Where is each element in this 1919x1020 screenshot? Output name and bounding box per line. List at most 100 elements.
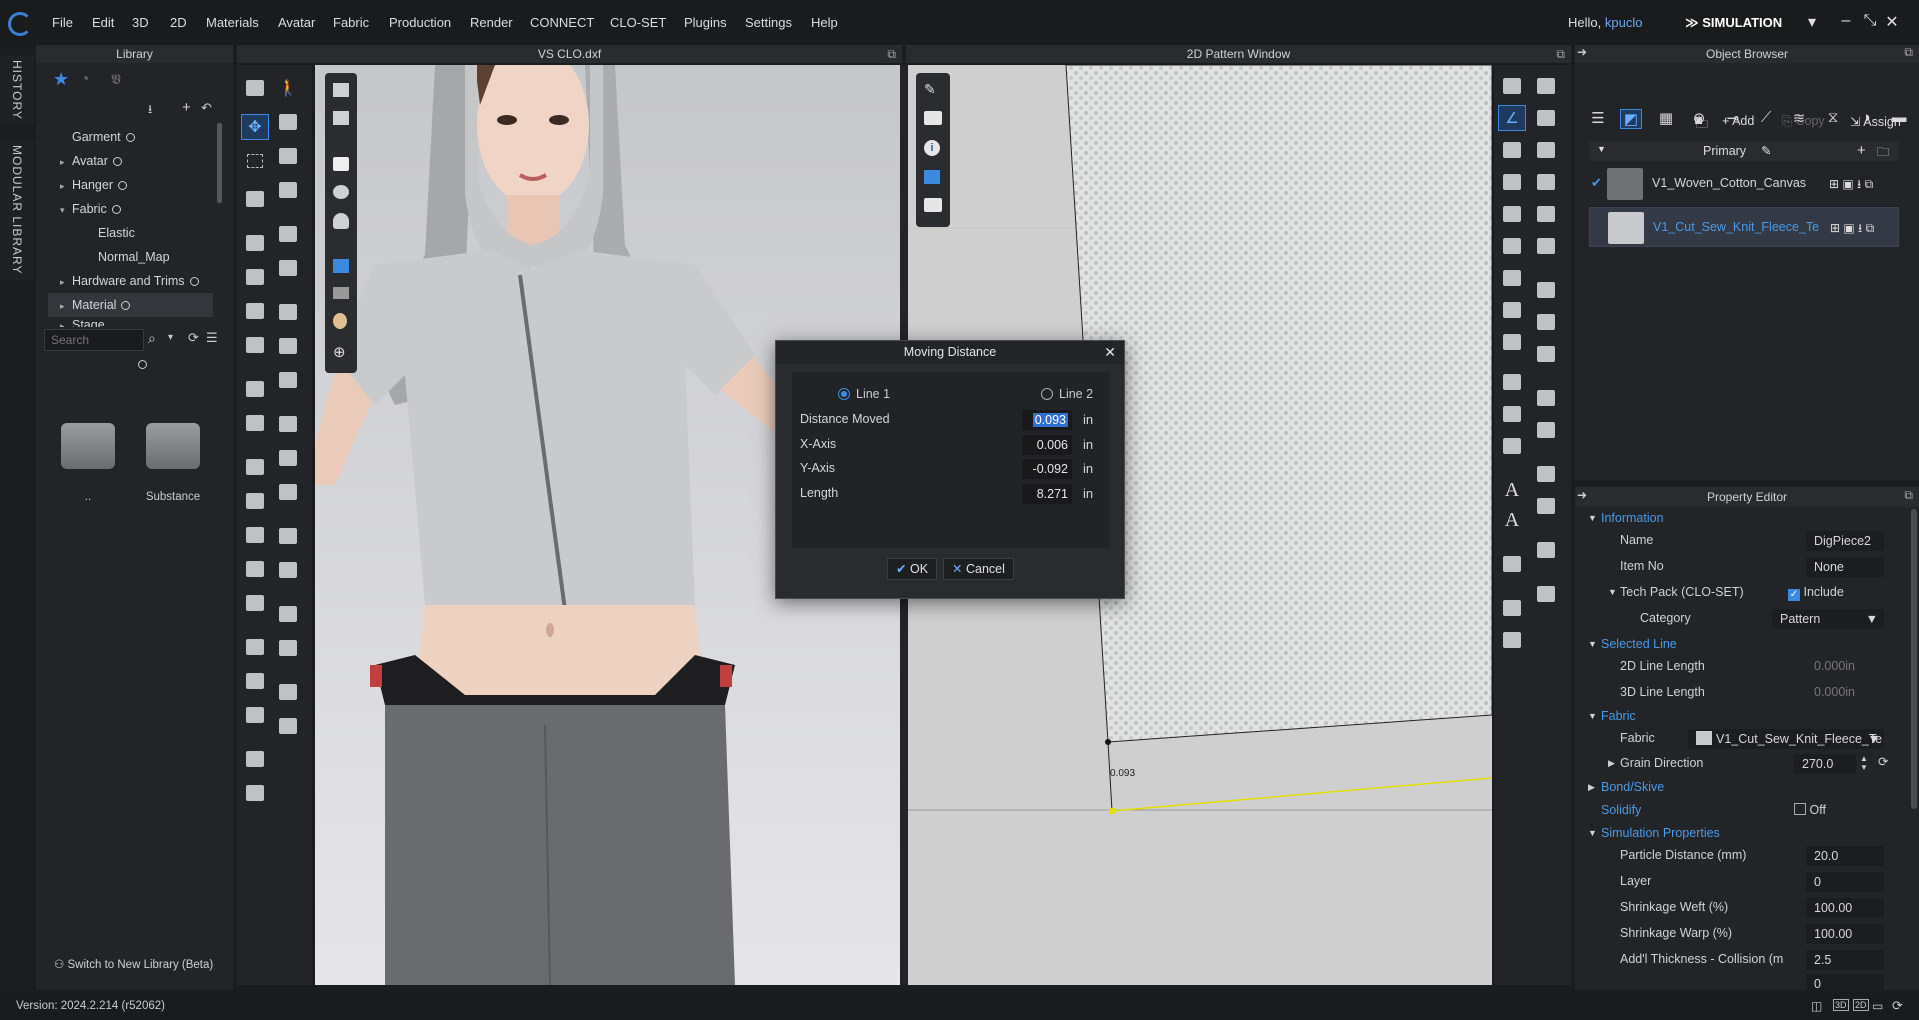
x-axis-field[interactable]: 0.006 bbox=[1022, 435, 1072, 455]
prop-field[interactable]: 2.5 bbox=[1806, 950, 1884, 970]
texture-icon[interactable] bbox=[333, 259, 349, 273]
hanger-tool[interactable] bbox=[241, 746, 269, 772]
layout-icon[interactable]: ◫ bbox=[1811, 999, 1822, 1013]
prop-field[interactable]: 100.00 bbox=[1806, 898, 1884, 918]
tree-expand-icon[interactable]: ▸ bbox=[60, 270, 72, 294]
tree-item-normal-map[interactable]: Normal_Map bbox=[48, 245, 213, 269]
menu-connect[interactable]: CONNECT bbox=[530, 15, 594, 30]
prop-field[interactable]: 20.0 bbox=[1806, 846, 1884, 866]
rectangle-tool[interactable] bbox=[1498, 201, 1526, 227]
cut-tool[interactable] bbox=[274, 255, 302, 281]
menu-materials[interactable]: Materials bbox=[206, 15, 259, 30]
points-icon[interactable] bbox=[333, 185, 349, 199]
menu-plugins[interactable]: Plugins bbox=[684, 15, 727, 30]
dialog-close-icon[interactable]: ✕ bbox=[1104, 341, 1116, 364]
menu-production[interactable]: Production bbox=[389, 15, 451, 30]
fabric-icon[interactable] bbox=[924, 170, 940, 184]
list-view-icon[interactable]: ☰ bbox=[206, 330, 218, 346]
annotation-tool[interactable] bbox=[1498, 595, 1526, 621]
graphic-tool[interactable] bbox=[274, 635, 302, 661]
maximize-icon[interactable]: ⧉ bbox=[1904, 488, 1913, 503]
button-tool[interactable] bbox=[241, 556, 269, 582]
folder-substance[interactable]: Substance bbox=[138, 423, 208, 503]
history-tab[interactable]: HISTORY bbox=[0, 55, 34, 125]
close-button[interactable]: ✕ bbox=[1882, 12, 1902, 32]
user-name[interactable]: kpuclo bbox=[1605, 15, 1643, 30]
menu-render[interactable]: Render bbox=[470, 15, 513, 30]
include-checkbox[interactable]: ✓ Include bbox=[1788, 585, 1844, 601]
tree-item-hardware[interactable]: ▸ Hardware and Trims bbox=[48, 269, 213, 293]
fabric-brush-tool[interactable] bbox=[274, 109, 302, 135]
puckering-tool[interactable] bbox=[274, 523, 302, 549]
line2-radio[interactable]: Line 2 bbox=[1041, 387, 1093, 401]
tree-expand-icon[interactable]: ▸ bbox=[60, 318, 72, 327]
polygon-tool[interactable] bbox=[1498, 169, 1526, 195]
download-icon[interactable]: ⭳ bbox=[148, 100, 152, 121]
seam-tool[interactable] bbox=[274, 221, 302, 247]
section-information[interactable]: ▼ Information bbox=[1588, 507, 1900, 531]
shirt-fold-tool[interactable] bbox=[241, 780, 269, 806]
text-edit-tool[interactable]: A bbox=[1498, 507, 1526, 533]
garment-tool[interactable] bbox=[241, 186, 269, 212]
stitch-2d-tool[interactable] bbox=[1532, 417, 1560, 443]
edit-tool[interactable] bbox=[241, 264, 269, 290]
prop-field[interactable]: 100.00 bbox=[1806, 924, 1884, 944]
pin-tool[interactable] bbox=[241, 376, 269, 402]
folder-parent[interactable]: .. bbox=[58, 423, 118, 503]
section-bond-skive[interactable]: ▶ Bond/Skive bbox=[1588, 776, 1900, 800]
camera-tool[interactable] bbox=[1532, 537, 1560, 563]
shirt-icon[interactable] bbox=[333, 157, 349, 171]
menu-file[interactable]: File bbox=[52, 15, 73, 30]
view-2d-button[interactable]: 2D bbox=[1853, 999, 1869, 1011]
collapse-triangle-icon[interactable]: ▼ bbox=[1597, 144, 1606, 154]
transform-tool[interactable] bbox=[241, 230, 269, 256]
marketplace-icon[interactable]: 𝖁 bbox=[111, 71, 121, 88]
symmetry-2d-tool[interactable] bbox=[1498, 627, 1526, 653]
tree-scrollbar[interactable] bbox=[217, 123, 222, 203]
prop-item-field[interactable]: None bbox=[1806, 557, 1884, 577]
eraser-icon[interactable] bbox=[333, 287, 349, 299]
assign-material-button[interactable]: ⇲ Assign bbox=[1850, 114, 1901, 129]
split-view-icon[interactable]: ▭ bbox=[1872, 999, 1883, 1013]
arrange-tool[interactable] bbox=[241, 332, 269, 358]
menu-edit[interactable]: Edit bbox=[92, 15, 114, 30]
material-row-woven-cotton[interactable]: ✔ V1_Woven_Cotton_Canvas ⊞ ▣ ⭳ ⧉ bbox=[1589, 164, 1899, 204]
tack-tool[interactable] bbox=[241, 410, 269, 436]
y-axis-field[interactable]: -0.092 bbox=[1022, 459, 1072, 479]
zipper-tool[interactable] bbox=[274, 479, 302, 505]
menu-3d[interactable]: 3D bbox=[132, 15, 149, 30]
dart-tool[interactable] bbox=[1498, 265, 1526, 291]
property-scrollbar[interactable] bbox=[1911, 509, 1917, 809]
filter-dropdown-icon[interactable]: ▾ bbox=[168, 332, 173, 343]
iron-tool[interactable] bbox=[1532, 201, 1560, 227]
tree-expand-icon[interactable]: ▾ bbox=[60, 198, 72, 222]
distance-moved-field[interactable]: 0.093 bbox=[1022, 410, 1072, 430]
pattern-tool[interactable] bbox=[274, 333, 302, 359]
topstitch-tool[interactable] bbox=[274, 557, 302, 583]
modular-library-tab[interactable]: MODULAR LIBRARY bbox=[0, 140, 34, 280]
tree-item-hanger[interactable]: ▸ Hanger bbox=[48, 173, 213, 197]
layout-tool[interactable] bbox=[1532, 581, 1560, 607]
top-tool[interactable] bbox=[241, 522, 269, 548]
shirt-2d-tool[interactable] bbox=[1532, 233, 1560, 259]
tree-expand-icon[interactable]: ▸ bbox=[60, 150, 72, 174]
menu-fabric[interactable]: Fabric bbox=[333, 15, 369, 30]
measure-tool[interactable] bbox=[241, 488, 269, 514]
symmetry-tool[interactable] bbox=[274, 411, 302, 437]
section-fabric[interactable]: ▼ Fabric bbox=[1588, 705, 1900, 729]
collapse-arrow-icon[interactable]: ➜ bbox=[1577, 488, 1587, 502]
trim-tool[interactable] bbox=[274, 445, 302, 471]
pattern-2d-tool[interactable] bbox=[1532, 341, 1560, 367]
fold-arrange-tool[interactable] bbox=[1498, 369, 1526, 395]
material-action-icons[interactable]: ⊞ ▣ ⭳ ⧉ bbox=[1830, 219, 1874, 240]
collapse-arrow-icon[interactable]: ➜ bbox=[1577, 45, 1587, 59]
fitting-tool[interactable] bbox=[274, 679, 302, 705]
spinner-icon[interactable]: ▲ ▼ bbox=[1860, 754, 1868, 772]
tree-expand-icon[interactable]: ▸ bbox=[60, 294, 72, 318]
solidify-checkbox[interactable]: Off bbox=[1794, 803, 1826, 817]
tree-item-stage[interactable]: ▸ Stage bbox=[48, 317, 213, 327]
menu-2d[interactable]: 2D bbox=[170, 15, 187, 30]
ruler-2d-tool[interactable] bbox=[1532, 493, 1560, 519]
add-material-button[interactable]: + Add bbox=[1722, 114, 1754, 128]
shirt-icon[interactable] bbox=[924, 111, 942, 125]
